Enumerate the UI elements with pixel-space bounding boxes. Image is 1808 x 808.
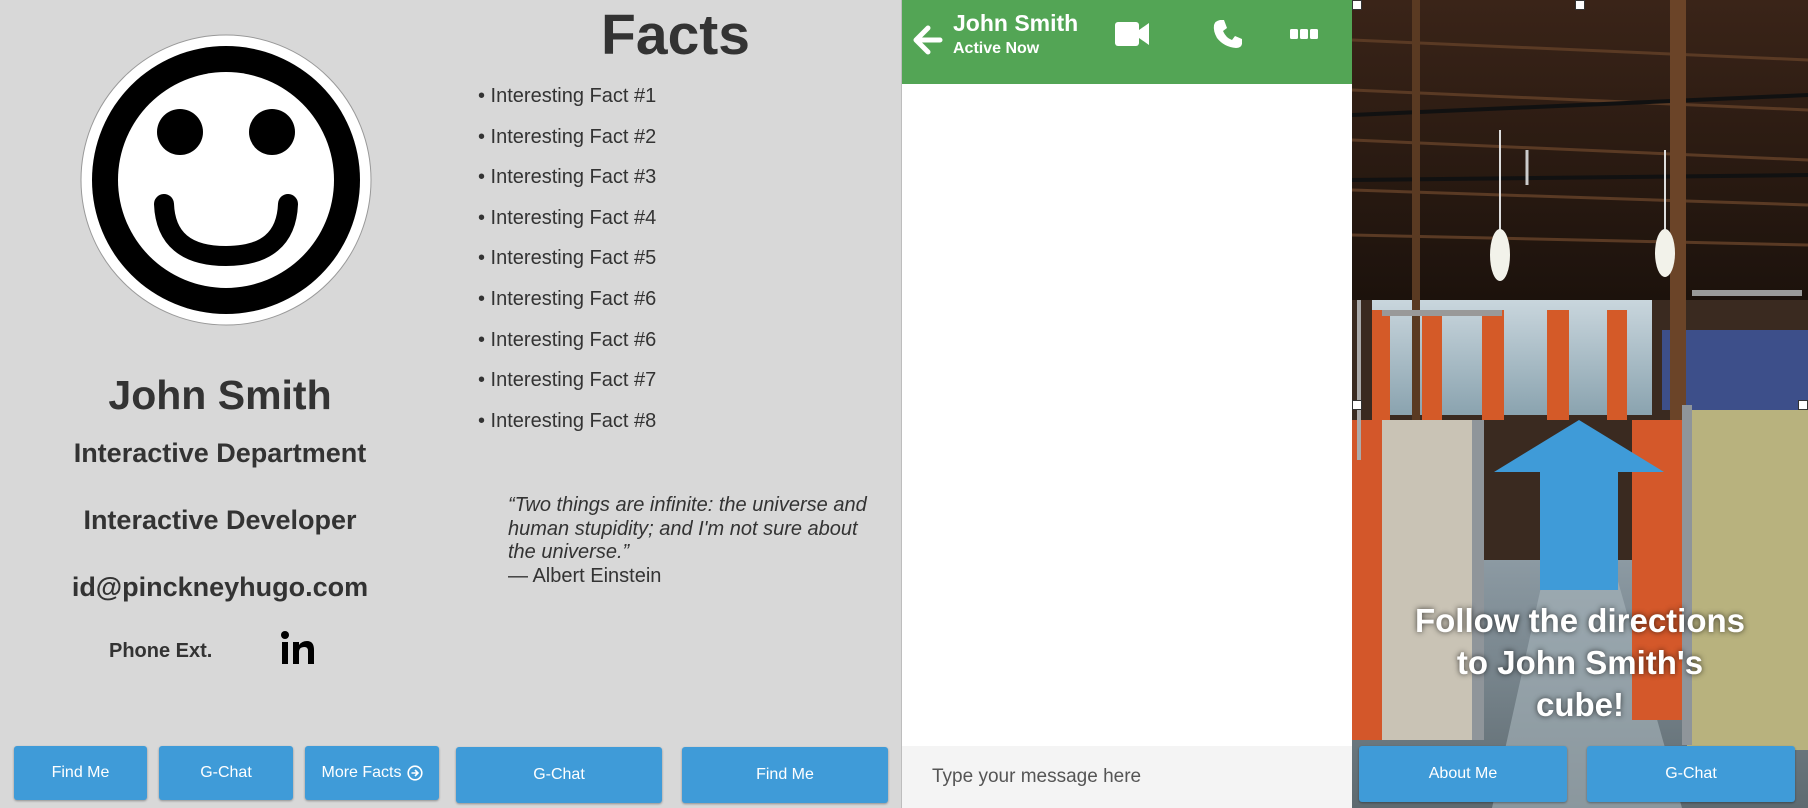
video-call-icon[interactable] bbox=[1114, 18, 1150, 50]
gchat-label: G-Chat bbox=[200, 764, 252, 781]
selection-handle[interactable] bbox=[1575, 0, 1585, 10]
chat-messages-area bbox=[902, 84, 1352, 746]
gchat-button[interactable]: G-Chat bbox=[1587, 746, 1795, 802]
selection-handle[interactable] bbox=[1352, 400, 1362, 410]
quote-text: “Two things are infinite: the universe a… bbox=[508, 494, 867, 563]
smiley-avatar-icon bbox=[80, 34, 372, 326]
fact-item: • Interesting Fact #8 bbox=[478, 409, 657, 432]
more-options-icon[interactable] bbox=[1289, 26, 1319, 42]
fact-item: • Interesting Fact #7 bbox=[478, 369, 657, 392]
chat-header: John Smith Active Now bbox=[902, 0, 1352, 84]
linkedin-icon[interactable] bbox=[280, 630, 316, 666]
facts-list: • Interesting Fact #1 • Interesting Fact… bbox=[478, 82, 656, 447]
profile-name: John Smith bbox=[108, 372, 332, 418]
chat-contact-name: John Smith bbox=[953, 10, 1079, 36]
fact-item: • Interesting Fact #6 bbox=[478, 287, 657, 310]
phone-call-icon[interactable] bbox=[1212, 18, 1244, 50]
chat-panel: John Smith Active Now bbox=[901, 0, 1352, 808]
chat-status: Active Now bbox=[953, 40, 1040, 57]
back-arrow-icon[interactable] bbox=[912, 22, 944, 58]
fact-item: • Interesting Fact #5 bbox=[478, 247, 657, 270]
about-me-button[interactable]: About Me bbox=[1359, 746, 1567, 802]
gchat-button[interactable]: G-Chat bbox=[159, 746, 293, 800]
about-me-label: About Me bbox=[1428, 765, 1498, 782]
fact-item: • Interesting Fact #6 bbox=[478, 328, 657, 351]
phone-extension-label: Phone Ext. bbox=[109, 640, 213, 662]
gchat-button[interactable]: G-Chat bbox=[456, 747, 662, 803]
selection-handle[interactable] bbox=[1352, 0, 1362, 10]
fact-item: • Interesting Fact #4 bbox=[478, 206, 657, 229]
arrow-circle-right-icon bbox=[406, 765, 423, 781]
quote-block: “Two things are infinite: the universe a… bbox=[508, 494, 878, 588]
directions-panel: Follow the directions to John Smith's cu… bbox=[1352, 0, 1808, 808]
profile-panel: John Smith Interactive Department Intera… bbox=[0, 0, 450, 808]
facts-panel: Facts • Interesting Fact #1 • Interestin… bbox=[450, 0, 901, 808]
facts-title: Facts bbox=[601, 3, 750, 67]
fact-item: • Interesting Fact #1 bbox=[478, 85, 657, 107]
find-me-label: Find Me bbox=[756, 766, 814, 783]
gchat-label: G-Chat bbox=[1665, 765, 1717, 782]
message-input[interactable] bbox=[902, 746, 1352, 808]
gchat-label: G-Chat bbox=[533, 766, 585, 783]
more-facts-button[interactable]: More Facts bbox=[305, 746, 439, 800]
find-me-label: Find Me bbox=[51, 764, 110, 781]
find-me-button[interactable]: Find Me bbox=[682, 747, 888, 803]
fact-item: • Interesting Fact #3 bbox=[478, 166, 657, 189]
fact-item: • Interesting Fact #2 bbox=[478, 125, 657, 148]
profile-department: Interactive Department bbox=[73, 438, 367, 468]
profile-role: Interactive Developer bbox=[83, 505, 357, 535]
directions-message: Follow the directions to John Smith's cu… bbox=[1414, 602, 1746, 723]
find-me-button[interactable]: Find Me bbox=[14, 746, 147, 800]
selection-handle[interactable] bbox=[1798, 400, 1808, 410]
profile-email-link[interactable]: id@pinckneyhugo.com bbox=[0, 572, 440, 603]
quote-author: — Albert Einstein bbox=[508, 564, 662, 587]
direction-arrow-icon bbox=[1494, 420, 1664, 590]
more-facts-label: More Facts bbox=[321, 764, 402, 781]
